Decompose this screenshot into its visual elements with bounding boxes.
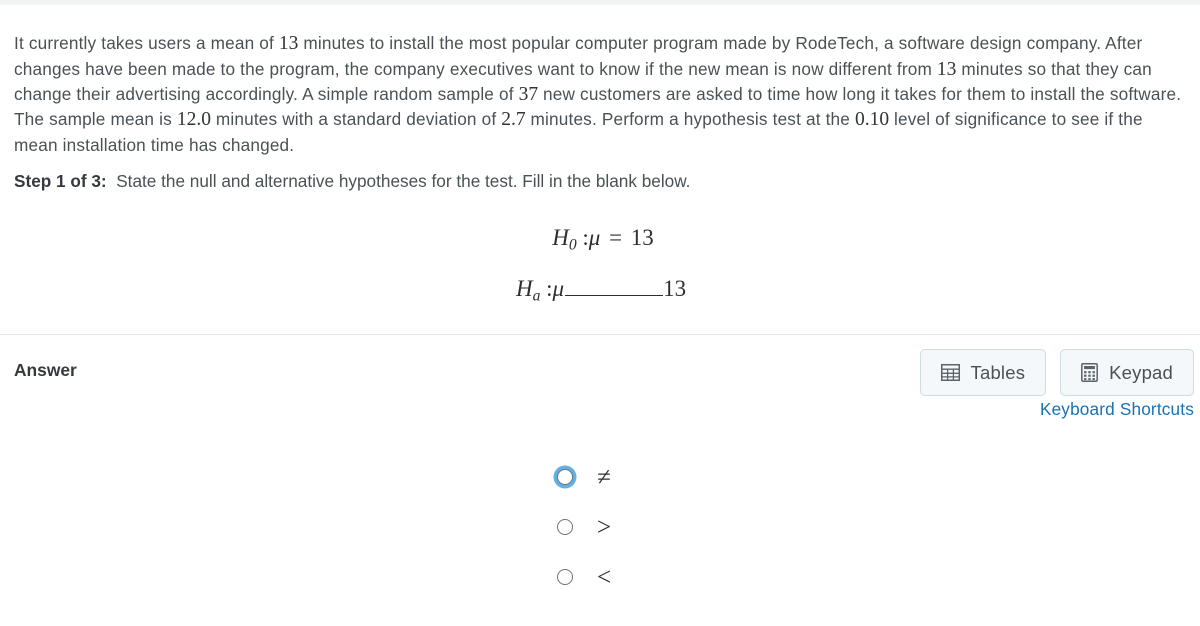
answer-options-group: ≠ > < xyxy=(0,452,1200,602)
problem-page: It currently takes users a mean of 13 mi… xyxy=(0,5,1200,626)
problem-text-run: It currently takes users a mean of xyxy=(14,33,279,54)
tables-button-label: Tables xyxy=(970,361,1026,383)
problem-text-run: minutes with a standard deviation of xyxy=(210,109,502,130)
problem-value: 2.7 xyxy=(501,109,526,131)
alt-hypothesis-blank[interactable] xyxy=(565,274,664,297)
tables-button[interactable]: Tables xyxy=(919,349,1047,396)
table-grid-icon xyxy=(940,364,960,381)
null-hypothesis-row: H0 :μ = 13 xyxy=(0,221,1200,262)
null-hypothesis-operator: = xyxy=(609,225,623,250)
keypad-button-label: Keypad xyxy=(1109,361,1173,383)
step-colon: : xyxy=(100,171,107,191)
answer-toolbar: Tables Keypad xyxy=(919,349,1194,396)
option-row-greater-than[interactable]: > xyxy=(0,502,1200,552)
step-instruction-text: State the null and alternative hypothese… xyxy=(116,171,691,191)
alt-hypothesis-parameter: μ xyxy=(552,276,565,302)
radio-less-than[interactable] xyxy=(557,569,573,585)
radio-greater-than[interactable] xyxy=(557,519,573,535)
step-instruction-line: Step 1 of 3: State the null and alternat… xyxy=(14,169,690,193)
option-row-not-equal[interactable]: ≠ xyxy=(0,452,1200,502)
keyboard-shortcuts-link[interactable]: Keyboard Shortcuts xyxy=(1040,399,1194,420)
problem-text-run: minutes. Perform a hypothesis test at th… xyxy=(525,109,855,130)
alt-hypothesis-subscript: a xyxy=(532,287,541,305)
calculator-icon xyxy=(1081,363,1099,382)
alt-hypothesis-symbol: H xyxy=(515,276,533,302)
option-symbol-less-than: < xyxy=(596,563,612,591)
answer-label: Answer xyxy=(14,360,77,380)
null-hypothesis-symbol: H xyxy=(552,225,569,250)
option-row-less-than[interactable]: < xyxy=(0,552,1200,602)
option-symbol-greater-than: > xyxy=(596,513,612,541)
problem-value: 13 xyxy=(278,33,299,55)
option-symbol-not-equal: ≠ xyxy=(597,463,611,491)
problem-value: 12.0 xyxy=(176,109,211,131)
problem-value: 13 xyxy=(936,58,957,80)
alternative-hypothesis-row: Ha :μ 13 xyxy=(0,272,1200,313)
hypotheses-block: H0 :μ = 13 Ha :μ 13 xyxy=(0,221,1200,314)
null-hypothesis-parameter: μ xyxy=(588,225,601,250)
step-label: Step 1 of 3 xyxy=(14,171,101,191)
keypad-button[interactable]: Keypad xyxy=(1060,349,1194,396)
radio-not-equal[interactable] xyxy=(557,469,573,485)
problem-value: 37 xyxy=(518,84,539,105)
problem-value: 0.10 xyxy=(854,109,890,131)
null-hypothesis-value: 13 xyxy=(630,225,654,250)
problem-statement: It currently takes users a mean of 13 mi… xyxy=(14,31,1184,158)
alt-hypothesis-value: 13 xyxy=(663,276,687,302)
null-hypothesis-subscript: 0 xyxy=(568,236,577,254)
section-divider xyxy=(0,334,1200,335)
